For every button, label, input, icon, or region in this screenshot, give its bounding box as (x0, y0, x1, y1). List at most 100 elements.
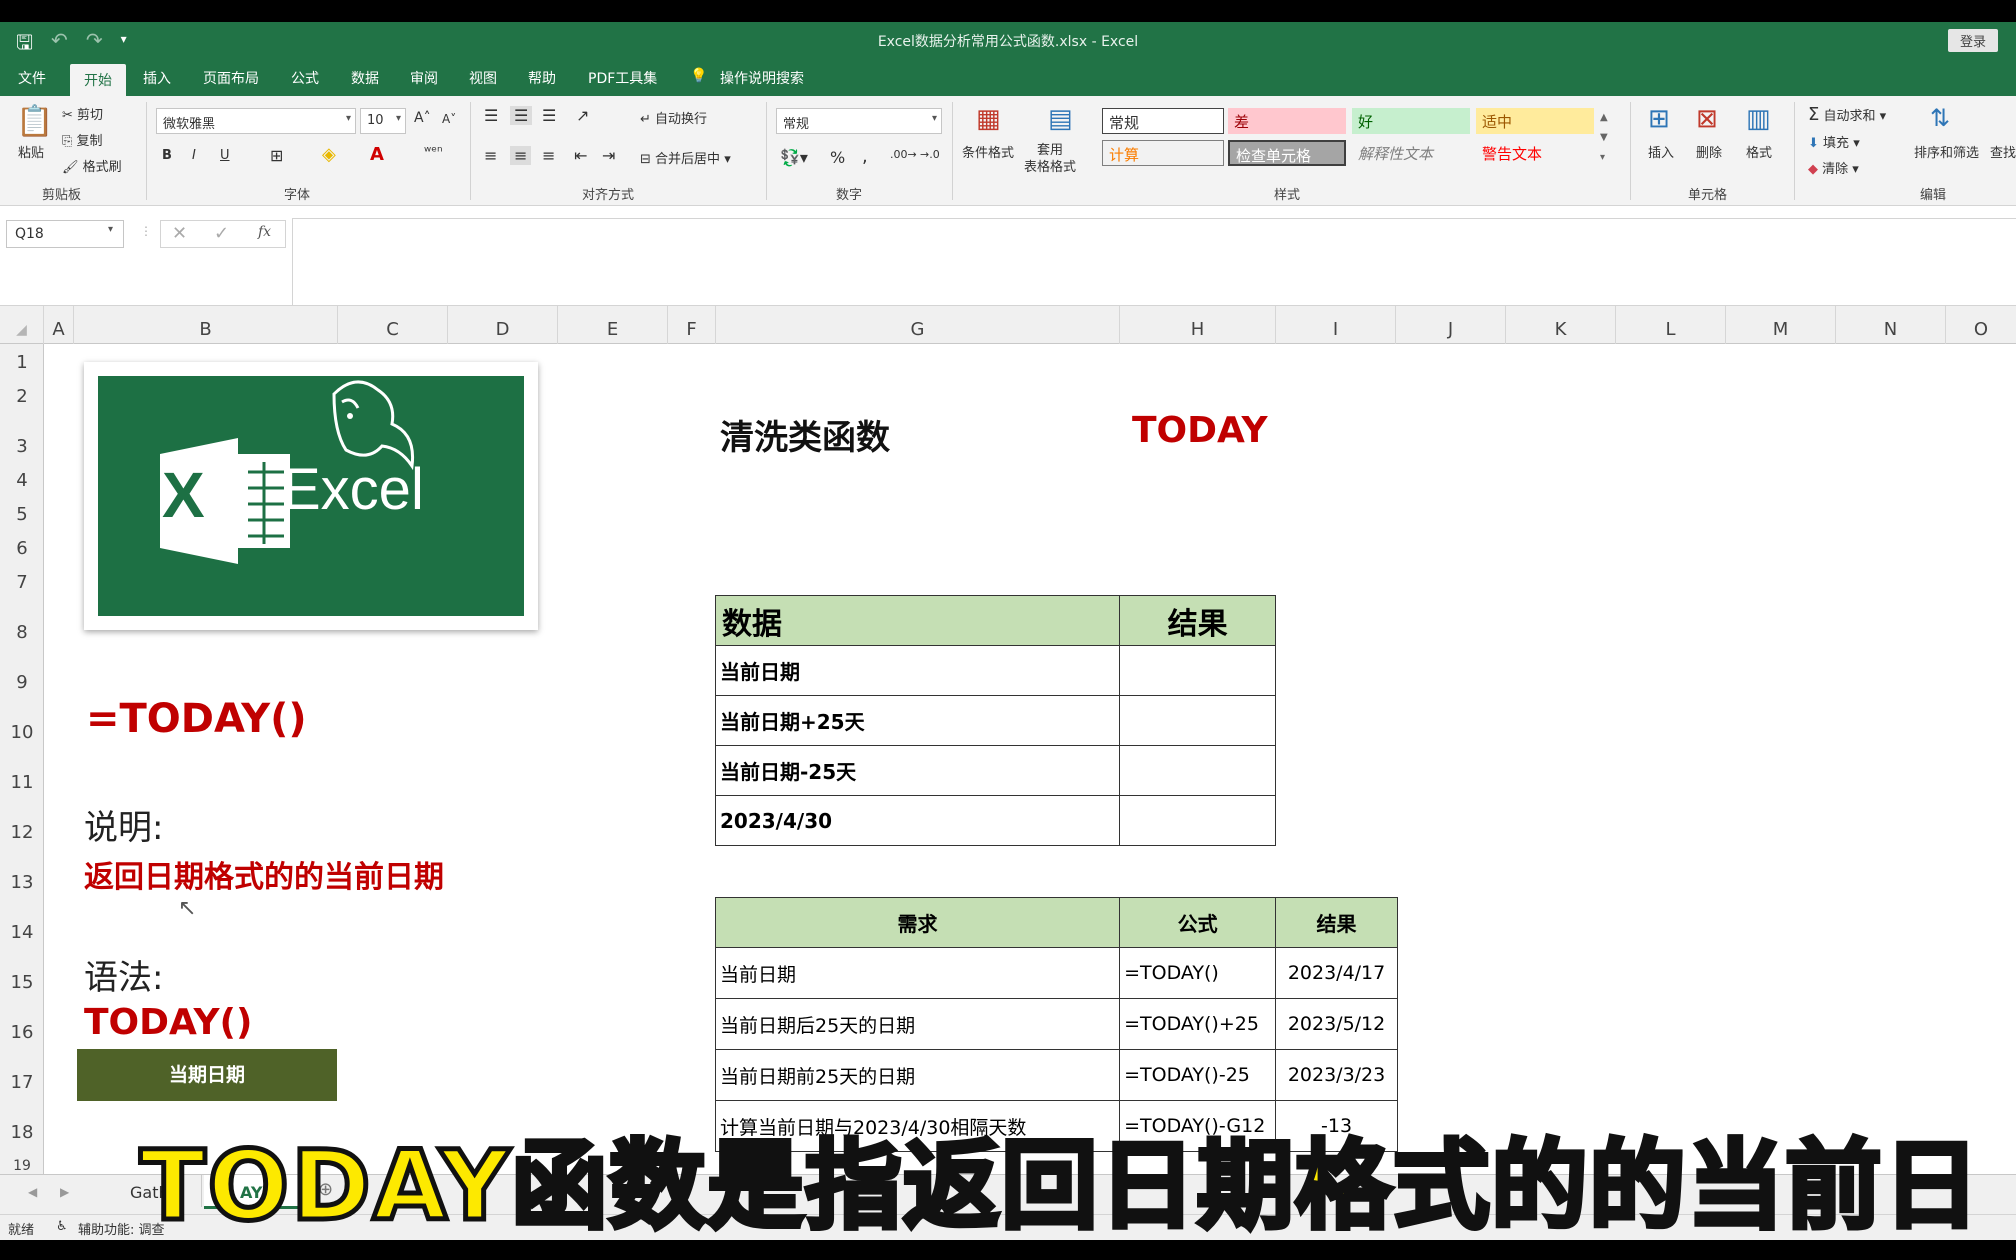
increase-decimal-icon[interactable]: .00→ (890, 148, 917, 161)
decrease-decimal-icon[interactable]: →.0 (920, 148, 940, 161)
column-header-e[interactable]: E (558, 306, 668, 344)
font-size-select[interactable]: 10 (360, 108, 406, 134)
tab-insert[interactable]: 插入 (143, 68, 171, 88)
style-bad[interactable]: 差 (1228, 108, 1346, 134)
row-header-7[interactable]: 7 (0, 572, 44, 593)
column-header-a[interactable]: A (44, 306, 74, 344)
column-header-c[interactable]: C (338, 306, 448, 344)
align-bottom-icon[interactable]: ☰ (542, 106, 556, 125)
tab-pdf-tools[interactable]: PDF工具集 (588, 68, 657, 88)
tab-scroll-right-icon[interactable]: ▶ (60, 1185, 69, 1199)
row-header-1[interactable]: 1 (0, 352, 44, 373)
row-header-15[interactable]: 15 (0, 972, 44, 993)
style-normal[interactable]: 常规 (1102, 108, 1224, 134)
phonetic-icon[interactable]: ʷᵉⁿ (424, 144, 443, 160)
fill-button[interactable]: ⬇ 填充 ▾ (1808, 132, 1860, 151)
insert-cells-icon[interactable]: ⊞ (1648, 104, 1670, 134)
style-warning[interactable]: 警告文本 (1476, 140, 1594, 166)
select-all-icon[interactable]: ◢ (0, 306, 44, 344)
column-header-k[interactable]: K (1506, 306, 1616, 344)
tell-me-search[interactable]: 操作说明搜索 (720, 68, 804, 88)
row-header-18[interactable]: 18 (0, 1122, 44, 1143)
style-good[interactable]: 好 (1352, 108, 1470, 134)
style-calculation[interactable]: 计算 (1102, 140, 1224, 166)
row-header-14[interactable]: 14 (0, 922, 44, 943)
row-header-2[interactable]: 2 (0, 386, 44, 407)
tab-review[interactable]: 审阅 (410, 68, 438, 88)
row-header-4[interactable]: 4 (0, 470, 44, 491)
decrease-indent-icon[interactable]: ⇤ (574, 146, 587, 165)
border-icon[interactable]: ⊞ (270, 146, 283, 165)
table1-cell[interactable]: 2023/4/30 (714, 795, 1121, 846)
table1-cell[interactable]: 当前日期 (714, 645, 1121, 696)
row-header-10[interactable]: 10 (0, 722, 44, 743)
current-date-button[interactable]: 当期日期 (77, 1049, 337, 1101)
tab-data[interactable]: 数据 (351, 68, 379, 88)
sort-filter-button[interactable]: 排序和筛选 (1914, 142, 1979, 161)
tab-page-layout[interactable]: 页面布局 (203, 68, 259, 88)
tab-file[interactable]: 文件 (18, 68, 46, 88)
conditional-format-button[interactable]: 条件格式 (962, 142, 1014, 161)
cancel-icon[interactable]: ✕ (172, 223, 187, 244)
find-button[interactable]: 查找 (1990, 142, 2016, 161)
orientation-icon[interactable]: ↗ (576, 106, 589, 125)
style-neutral[interactable]: 适中 (1476, 108, 1594, 134)
align-middle-icon[interactable]: ☰ (510, 106, 533, 125)
login-button[interactable]: 登录 (1947, 29, 1998, 52)
font-name-select[interactable]: 微软雅黑 (156, 108, 356, 134)
underline-button[interactable]: U (220, 148, 230, 163)
table2-cell[interactable]: 2023/5/12 (1275, 998, 1398, 1050)
row-header-5[interactable]: 5 (0, 504, 44, 525)
autosum-button[interactable]: Σ 自动求和 ▾ (1808, 104, 1886, 125)
fill-color-icon[interactable]: ◈ (322, 144, 336, 165)
row-header-12[interactable]: 12 (0, 822, 44, 843)
bold-button[interactable]: B (162, 148, 172, 163)
table1-cell[interactable]: 当前日期+25天 (714, 695, 1121, 746)
column-header-g[interactable]: G (716, 306, 1120, 344)
wrap-text-button[interactable]: ↵ 自动换行 (640, 108, 707, 127)
column-header-o[interactable]: O (1946, 306, 2016, 344)
column-header-n[interactable]: N (1836, 306, 1946, 344)
table1-cell[interactable] (1119, 795, 1276, 846)
row-header-3[interactable]: 3 (0, 436, 44, 457)
column-header-h[interactable]: H (1120, 306, 1276, 344)
font-color-icon[interactable]: A (370, 144, 384, 165)
row-header-6[interactable]: 6 (0, 538, 44, 559)
column-header-d[interactable]: D (448, 306, 558, 344)
name-box-dropdown-icon[interactable]: ▾ (108, 224, 113, 235)
comma-button[interactable]: , (862, 146, 868, 167)
table2-cell[interactable]: =TODAY()+25 (1119, 998, 1277, 1050)
tab-view[interactable]: 视图 (469, 68, 497, 88)
paste-icon[interactable]: 📋 (16, 104, 53, 139)
paste-button[interactable]: 粘贴 (18, 142, 44, 161)
accessibility-icon[interactable]: ♿ (56, 1219, 68, 1234)
table2-cell[interactable]: 当前日期后25天的日期 (714, 998, 1121, 1050)
table1-cell[interactable] (1119, 745, 1276, 796)
row-header-16[interactable]: 16 (0, 1022, 44, 1043)
clear-button[interactable]: ◆ 清除 ▾ (1808, 158, 1859, 177)
delete-cells-button[interactable]: 删除 (1696, 142, 1722, 161)
table2-cell[interactable]: 2023/4/17 (1275, 947, 1398, 999)
insert-cells-button[interactable]: 插入 (1648, 142, 1674, 161)
column-header-f[interactable]: F (668, 306, 716, 344)
format-cells-icon[interactable]: ▥ (1746, 104, 1771, 134)
delete-cells-icon[interactable]: ⊠ (1696, 104, 1718, 134)
format-cells-button[interactable]: 格式 (1746, 142, 1772, 161)
number-format-select[interactable]: 常规 (776, 108, 942, 134)
insert-function-icon[interactable]: fx (258, 224, 271, 240)
conditional-format-icon[interactable]: ▦ (976, 104, 1001, 134)
format-painter-button[interactable]: 🖌 格式刷 (62, 156, 122, 175)
format-as-table-icon[interactable]: ▤ (1048, 104, 1073, 134)
tab-scroll-left-icon[interactable]: ◀ (28, 1185, 37, 1199)
decrease-font-icon[interactable]: A˅ (442, 112, 456, 126)
align-top-icon[interactable]: ☰ (484, 106, 498, 125)
column-header-b[interactable]: B (74, 306, 338, 344)
formula-input[interactable] (292, 218, 2016, 306)
copy-button[interactable]: ⎘ 复制 (62, 130, 103, 149)
table2-cell[interactable]: =TODAY() (1119, 947, 1277, 999)
align-right-icon[interactable]: ≡ (542, 146, 555, 165)
increase-font-icon[interactable]: A˄ (414, 110, 431, 126)
column-header-m[interactable]: M (1726, 306, 1836, 344)
tab-home[interactable]: 开始 (70, 64, 126, 96)
format-as-table-button[interactable]: 套用 表格格式 (1024, 142, 1076, 176)
